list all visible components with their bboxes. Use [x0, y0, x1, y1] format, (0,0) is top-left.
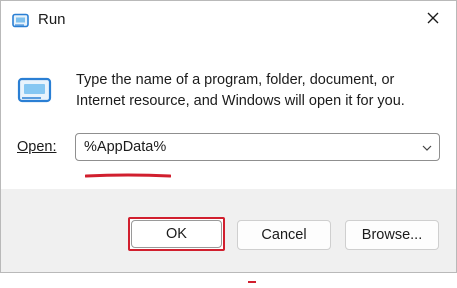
decorative-mark	[248, 270, 256, 283]
browse-button[interactable]: Browse...	[345, 220, 439, 250]
button-bar: OK Cancel Browse...	[1, 189, 456, 283]
run-icon	[12, 13, 30, 29]
open-label: Open:	[17, 139, 57, 155]
close-icon	[426, 11, 440, 30]
ok-highlight-box: OK	[128, 217, 225, 251]
dialog-description: Type the name of a program, folder, docu…	[76, 72, 405, 109]
chevron-down-icon[interactable]	[421, 141, 433, 153]
dialog-content: Type the name of a program, folder, docu…	[1, 39, 456, 189]
ok-button[interactable]: OK	[131, 220, 222, 248]
window-title: Run	[38, 11, 66, 28]
close-button[interactable]	[410, 1, 456, 39]
title-bar: Run	[1, 1, 456, 39]
run-icon	[17, 76, 53, 106]
cancel-button[interactable]: Cancel	[237, 220, 331, 250]
highlight-underline	[84, 165, 172, 178]
run-dialog: Run Type the name of a program, folder, …	[0, 0, 457, 283]
open-combobox[interactable]: %AppData%	[75, 133, 440, 161]
open-input[interactable]: %AppData%	[84, 139, 166, 155]
